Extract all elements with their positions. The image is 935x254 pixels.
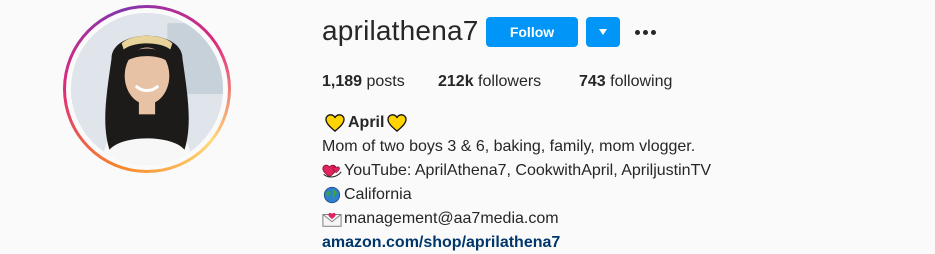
bio-description: Mom of two boys 3 & 6, baking, family, m… — [322, 138, 696, 155]
full-name-text: April — [348, 114, 385, 131]
posts-count-value: 1,189 — [322, 73, 363, 90]
bio-location-line: California — [322, 186, 412, 204]
more-dot — [642, 29, 648, 35]
bio-email-text: management@aa7media.com — [344, 210, 559, 227]
bio-youtube-line: YouTube: AprilAthena7, CookwithApril, Ap… — [322, 162, 711, 180]
more-horizontal-icon — [634, 29, 640, 35]
follow-button[interactable]: Follow — [486, 17, 578, 47]
chevron-down-icon — [599, 29, 607, 35]
profile-avatar[interactable] — [63, 5, 231, 173]
bio-email-line: management@aa7media.com — [322, 210, 559, 228]
revolving-hearts-icon — [322, 162, 342, 180]
suggested-accounts-dropdown-button[interactable] — [586, 17, 620, 47]
bio-youtube-text: YouTube: AprilAthena7, CookwithApril, Ap… — [344, 162, 712, 179]
globe-icon — [322, 186, 342, 204]
yellow-heart-icon — [387, 114, 408, 132]
love-letter-icon — [322, 210, 342, 228]
avatar-frame — [66, 8, 228, 170]
profile-header: aprilathena7 Follow 1,189 posts 212k fol… — [0, 0, 935, 254]
bio-location-text: California — [344, 186, 412, 203]
yellow-heart-icon — [325, 114, 345, 132]
bio-external-link[interactable]: amazon.com/shop/aprilathena7 — [322, 234, 560, 252]
more-dot — [650, 29, 656, 35]
following-count-value: 743 — [579, 73, 606, 90]
followers-count-value: 212k — [438, 73, 474, 90]
following-link[interactable]: 743 following — [579, 73, 672, 91]
posts-count-label: posts — [362, 73, 405, 90]
more-options-button[interactable] — [632, 20, 658, 44]
posts-count: 1,189 posts — [322, 73, 405, 91]
followers-label: followers — [473, 73, 542, 90]
followers-link[interactable]: 212k followers — [438, 73, 541, 91]
avatar-photo — [71, 13, 223, 165]
following-label: following — [605, 73, 673, 90]
full-name: April — [322, 114, 410, 132]
avatar-portrait — [71, 13, 223, 165]
username-title: aprilathena7 — [322, 15, 479, 46]
